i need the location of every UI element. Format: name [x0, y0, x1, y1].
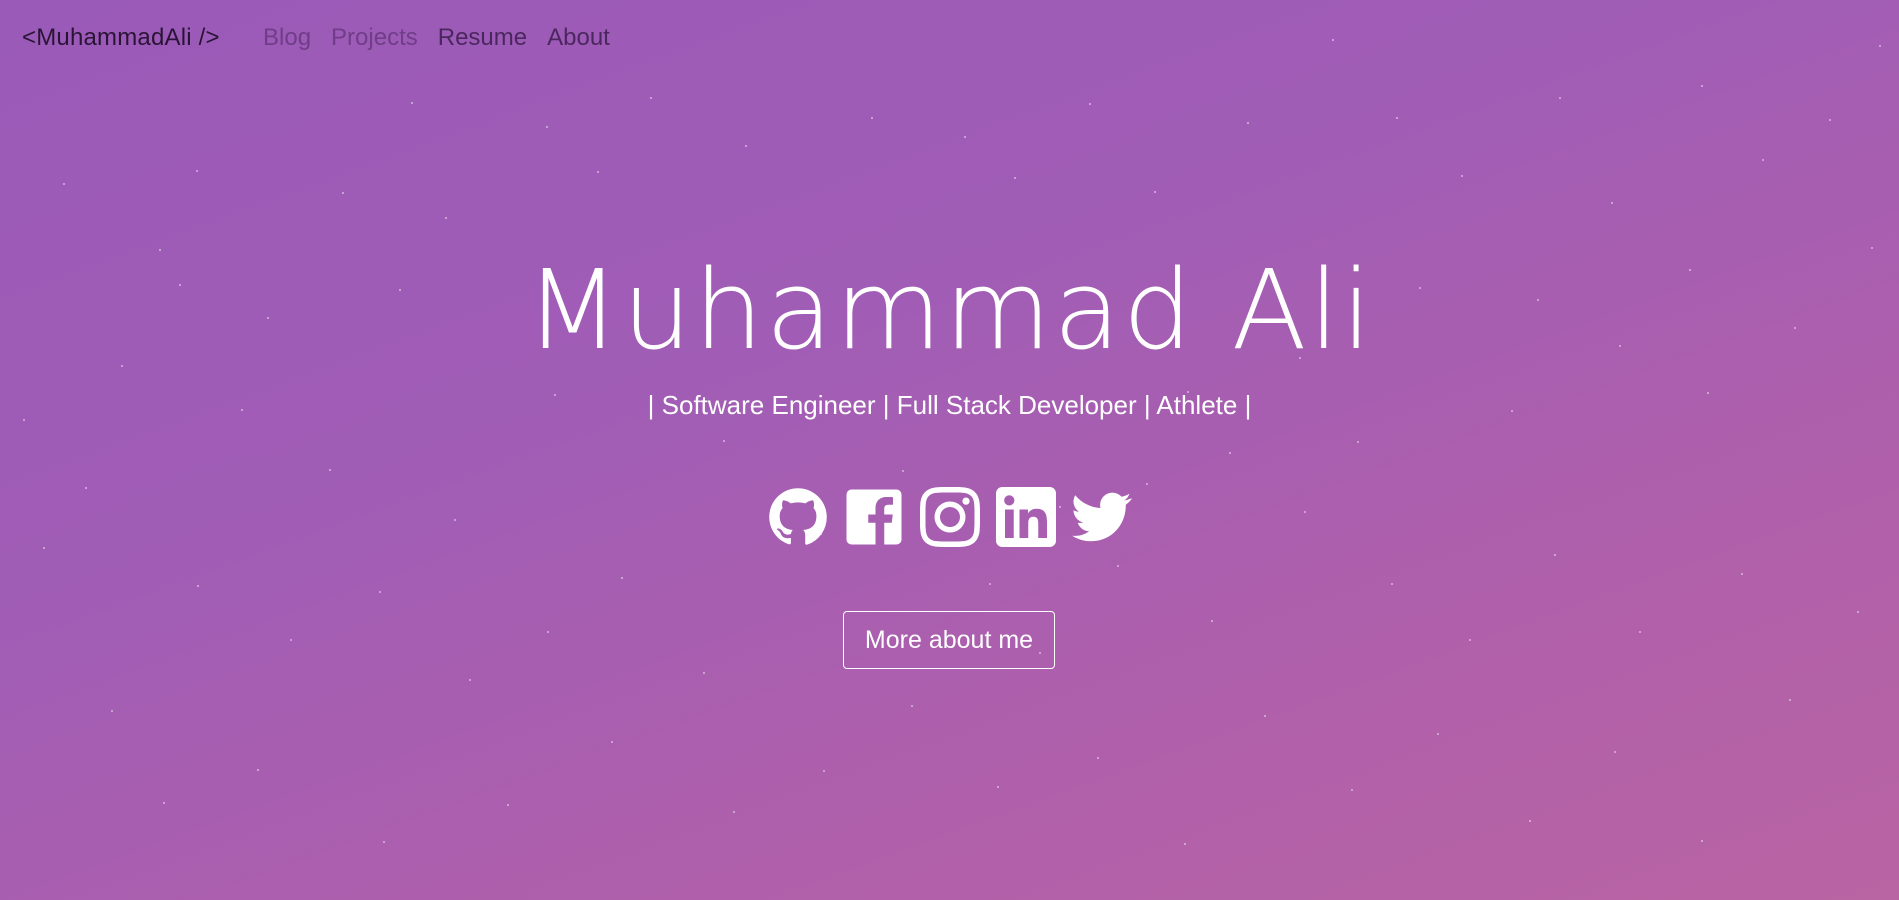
- facebook-link[interactable]: [843, 486, 905, 548]
- linkedin-link[interactable]: [995, 486, 1057, 548]
- more-about-me-button[interactable]: More about me: [843, 611, 1055, 669]
- hero-tagline: | Software Engineer | Full Stack Develop…: [647, 390, 1252, 420]
- social-links: [0, 486, 1899, 548]
- instagram-link[interactable]: [919, 486, 981, 548]
- github-icon: [768, 488, 827, 545]
- hero-name: Muhammad Ali: [525, 246, 1374, 374]
- linkedin-icon: [995, 487, 1056, 547]
- instagram-icon: [919, 487, 980, 547]
- facebook-icon: [846, 489, 901, 545]
- twitter-icon: [1071, 492, 1132, 542]
- twitter-link[interactable]: [1071, 486, 1133, 548]
- hero-section: Muhammad Ali | Software Engineer | Full …: [0, 0, 1899, 900]
- github-link[interactable]: [767, 486, 829, 548]
